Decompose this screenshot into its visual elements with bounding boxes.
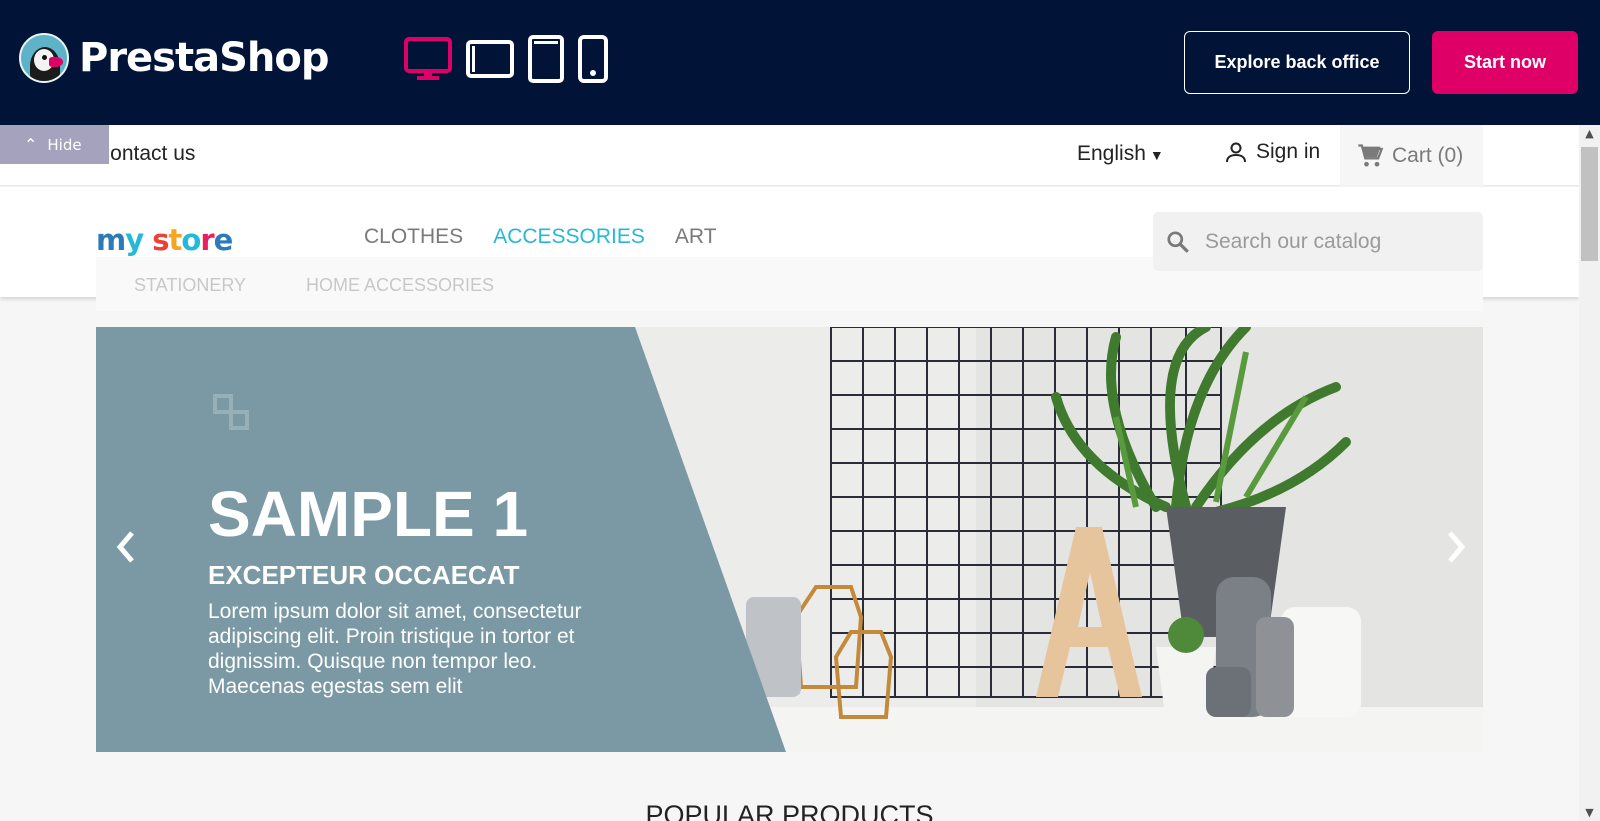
cart-count: (0)	[1437, 143, 1464, 167]
my-store-logo[interactable]: my store	[96, 223, 233, 257]
submenu-item-home-accessories[interactable]: HOME ACCESSORIES	[306, 275, 494, 296]
tablet-landscape-icon[interactable]	[466, 39, 514, 79]
menu-item-clothes[interactable]: CLOTHES	[364, 225, 463, 249]
puffin-logo-icon	[19, 33, 69, 83]
slide-description: Lorem ipsum dolor sit amet, consectetur …	[208, 600, 582, 698]
header-nav: Contact us English ▼ Sign in Cart (0) ⌃ H…	[0, 125, 1579, 186]
caret-down-icon: ▼	[1149, 147, 1164, 163]
language-selector[interactable]: English ▼	[1077, 142, 1164, 166]
prestashop-logo[interactable]: PrestaShop	[19, 33, 329, 83]
page-scrollbar[interactable]: ▲ ▼	[1579, 125, 1600, 821]
chevron-right-icon	[1448, 531, 1466, 563]
tablet-portrait-icon[interactable]	[528, 35, 564, 83]
menu-item-accessories[interactable]: ACCESSORIES	[493, 225, 645, 249]
slider-prev-button[interactable]	[112, 527, 142, 567]
device-switcher	[404, 35, 622, 83]
menu-item-art[interactable]: ART	[675, 225, 717, 249]
search-input[interactable]	[1205, 229, 1465, 254]
search-widget	[1153, 212, 1483, 271]
prestashop-wordmark: PrestaShop	[79, 35, 329, 81]
user-icon	[1226, 142, 1246, 163]
sign-in-label: Sign in	[1256, 140, 1321, 163]
hide-toolbar-button[interactable]: ⌃ Hide	[0, 125, 109, 164]
cart-label: Cart	[1392, 143, 1432, 167]
explore-back-office-button[interactable]: Explore back office	[1184, 31, 1410, 94]
sign-in-link[interactable]: Sign in	[1224, 140, 1320, 164]
home-slider: SAMPLE 1 EXCEPTEUR OCCAECAT Lorem ipsum …	[96, 327, 1483, 752]
search-icon[interactable]	[1165, 229, 1191, 255]
hide-label: Hide	[47, 135, 82, 154]
section-title-popular-products: POPULAR PRODUCTS	[645, 800, 934, 821]
start-now-button[interactable]: Start now	[1432, 31, 1578, 94]
slide-title: SAMPLE 1	[208, 478, 529, 550]
chevron-left-icon	[116, 531, 134, 563]
main-menu: CLOTHES ACCESSORIES ART	[364, 225, 747, 249]
contact-us-link[interactable]: Contact us	[95, 142, 195, 166]
scroll-up-icon[interactable]: ▲	[1583, 127, 1596, 140]
language-label: English	[1077, 142, 1146, 165]
slider-next-button[interactable]	[1440, 527, 1470, 567]
scroll-down-icon[interactable]: ▼	[1583, 806, 1596, 819]
demo-toolbar: PrestaShop Explore back office Start now	[0, 0, 1600, 125]
cart-button[interactable]: Cart (0)	[1340, 125, 1483, 186]
scrollbar-thumb[interactable]	[1581, 147, 1598, 261]
desktop-icon[interactable]	[404, 37, 452, 81]
chevron-up-icon: ⌃	[24, 135, 38, 154]
cart-icon	[1358, 143, 1384, 166]
store-frame: Contact us English ▼ Sign in Cart (0) ⌃ H…	[0, 125, 1579, 821]
slide-subtitle: EXCEPTEUR OCCAECAT	[208, 560, 520, 590]
header-top: my store CLOTHES ACCESSORIES ART STATION…	[0, 187, 1579, 311]
submenu-item-stationery[interactable]: STATIONERY	[134, 275, 246, 296]
mobile-icon[interactable]	[578, 35, 608, 83]
